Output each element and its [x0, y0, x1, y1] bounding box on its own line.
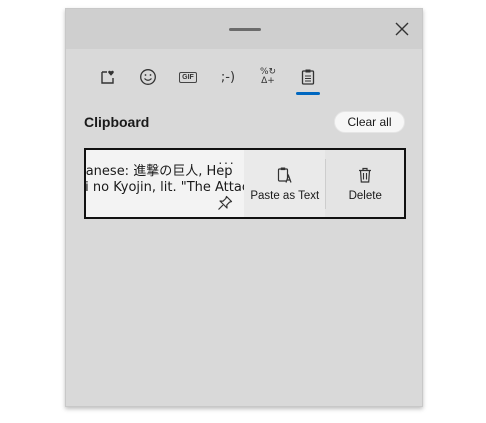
tab-kaomoji[interactable]: ;-): [208, 59, 248, 95]
tab-favorites[interactable]: [88, 59, 128, 95]
selected-tab-indicator: [296, 92, 320, 95]
paste-as-text-button[interactable]: Paste as Text: [244, 150, 326, 217]
close-button[interactable]: [392, 19, 412, 39]
gif-icon: GIF: [179, 71, 197, 83]
close-icon: [395, 22, 409, 36]
kaomoji-icon: ;-): [220, 69, 236, 85]
symbols-icon: %↻ Δ+: [260, 68, 276, 86]
pin-button[interactable]: [216, 194, 234, 212]
paste-text-icon: [277, 167, 292, 183]
symbols-icon-bottom: Δ+: [261, 76, 275, 86]
section-title: Clipboard: [84, 114, 150, 130]
smiley-icon: [140, 69, 156, 85]
tab-gif[interactable]: GIF: [168, 59, 208, 95]
emoji-clipboard-panel: GIF ;-) %↻ Δ+ Clipboard Clear all Titan …: [65, 8, 423, 407]
clipboard-item-line: Titan (Japanese: 進撃の巨人, Hep: [86, 164, 233, 179]
tab-emoji[interactable]: [128, 59, 168, 95]
trash-icon: [359, 167, 372, 183]
clipboard-icon: [301, 69, 315, 85]
heart-sticker-icon: [101, 70, 114, 84]
drag-handle[interactable]: [229, 28, 261, 31]
category-tabs: GIF ;-) %↻ Δ+: [88, 59, 328, 99]
clipboard-item-content[interactable]: Titan (Japanese: 進撃の巨人, Hep Shingeki no …: [86, 150, 244, 217]
clipboard-item-actions: Paste as Text Delete: [244, 150, 404, 217]
tab-symbols[interactable]: %↻ Δ+: [248, 59, 288, 95]
clipboard-item-line: Shingeki no Kyojin, lit. "The Attack Tit…: [86, 180, 244, 195]
pin-icon: [218, 195, 233, 210]
delete-label: Delete: [348, 190, 382, 202]
clear-all-button[interactable]: Clear all: [334, 111, 405, 133]
delete-button[interactable]: Delete: [326, 150, 404, 217]
more-options-button[interactable]: ···: [218, 154, 235, 170]
title-bar[interactable]: [66, 9, 422, 49]
tab-clipboard[interactable]: [288, 59, 328, 95]
clipboard-item[interactable]: Titan (Japanese: 進撃の巨人, Hep Shingeki no …: [84, 148, 406, 219]
paste-as-text-label: Paste as Text: [250, 190, 320, 202]
